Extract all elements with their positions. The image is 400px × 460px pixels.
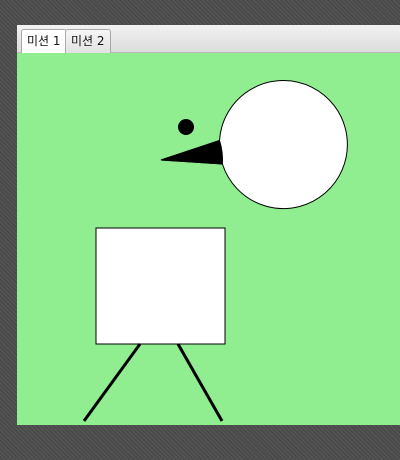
tab-mission-1[interactable]: 미션 1 [21,29,67,54]
pacman-eye [178,119,194,135]
figure-body [95,227,226,345]
drawing-svg [17,53,400,425]
app-window: 미션 1 미션 2 [17,25,400,425]
drawing-canvas [17,53,400,425]
tab-bar: 미션 1 미션 2 [17,25,400,54]
tab-mission-2[interactable]: 미션 2 [65,29,111,53]
